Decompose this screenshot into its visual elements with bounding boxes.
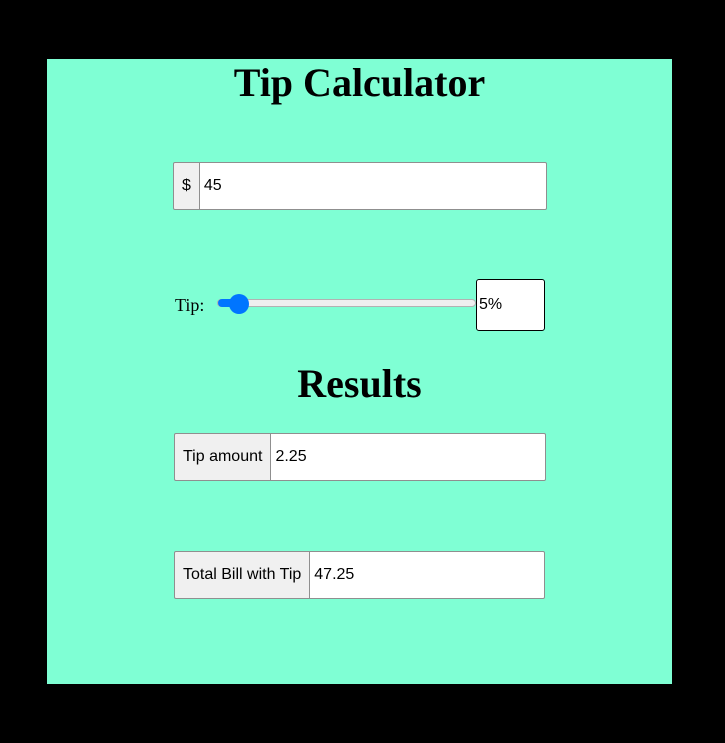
bill-input-group: $ 45 — [173, 162, 547, 210]
tip-amount-label: Tip amount — [174, 433, 272, 481]
tip-slider-track[interactable] — [217, 299, 476, 307]
bill-amount-input[interactable]: 45 — [199, 162, 547, 210]
total-bill-output[interactable]: 47.25 — [310, 551, 545, 599]
currency-addon: $ — [173, 162, 200, 210]
total-bill-label: Total Bill with Tip — [174, 551, 311, 599]
tip-amount-group: Tip amount 2.25 — [174, 433, 546, 481]
results-heading: Results — [297, 361, 422, 406]
page-title: Tip Calculator — [233, 60, 486, 105]
tip-percent-display[interactable]: 5% — [476, 279, 545, 331]
tip-label: Tip: — [175, 295, 205, 315]
total-bill-group: Total Bill with Tip 47.25 — [174, 551, 545, 599]
tip-calculator-panel: Tip Calculator $ 45 Tip: 5% Results Tip … — [47, 59, 672, 684]
tip-slider-thumb[interactable] — [228, 294, 249, 314]
tip-amount-output[interactable]: 2.25 — [271, 433, 546, 481]
